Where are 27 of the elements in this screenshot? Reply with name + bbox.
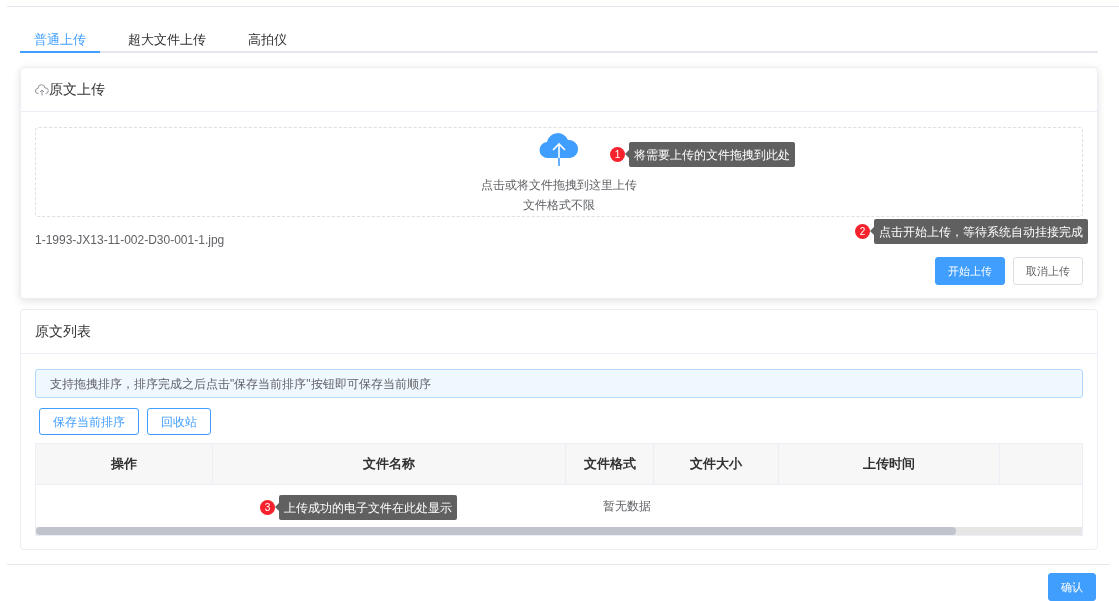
- column-header: 上传时间: [779, 444, 1000, 484]
- step-number-badge: 1: [610, 147, 625, 162]
- tab[interactable]: 超大文件上传: [114, 29, 220, 53]
- panel-title: 原文上传: [49, 80, 105, 99]
- column-header: 操作: [36, 444, 213, 484]
- empty-text: 暂无数据: [603, 498, 651, 515]
- start-upload-button[interactable]: 开始上传: [935, 257, 1005, 285]
- tab[interactable]: 高拍仪: [234, 29, 301, 53]
- cloud-upload-icon: [35, 83, 49, 96]
- tab[interactable]: 普通上传: [20, 29, 100, 53]
- format-hint: 文件格式不限: [523, 199, 595, 211]
- step-number-badge: 3: [260, 500, 275, 515]
- cloud-upload-icon: [538, 132, 580, 166]
- confirm-button[interactable]: 确认: [1048, 573, 1096, 601]
- drop-zone-text: 点击或将文件拖拽到这里上传: [481, 177, 637, 194]
- file-name: 1-1993-JX13-11-002-D30-001-1.jpg: [35, 233, 225, 247]
- toolbar-button[interactable]: 保存当前排序: [39, 408, 139, 435]
- column-header: 文件名称: [213, 444, 566, 484]
- info-notice: 支持拖拽排序，排序完成之后点击"保存当前排序"按钮即可保存当前顺序: [35, 369, 1083, 398]
- column-header: 文件大小: [654, 444, 779, 484]
- panel-title: 原文列表: [35, 322, 91, 341]
- horizontal-scrollbar[interactable]: [36, 527, 1082, 535]
- column-header: 文件格式: [566, 444, 654, 484]
- cancel-upload-button[interactable]: 取消上传: [1013, 257, 1083, 285]
- drop-zone[interactable]: 点击或将文件拖拽到这里上传 文件格式不限 1 将需要上传的文件拖拽到此处: [35, 127, 1083, 217]
- toolbar-button[interactable]: 回收站: [147, 408, 211, 435]
- step-number-badge: 2: [855, 224, 870, 239]
